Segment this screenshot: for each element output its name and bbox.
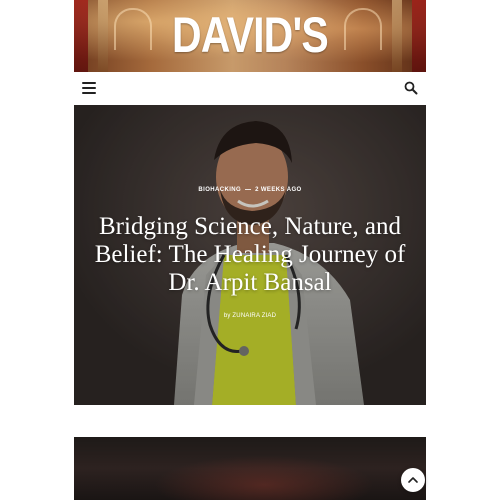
site-header-banner[interactable]: DAVID'S GUIDE (74, 0, 426, 72)
banner-decor (74, 0, 88, 72)
meta-separator (245, 188, 252, 190)
article-meta: BIOHACKING 2 WEEKS AGO (74, 187, 426, 193)
article-card-image (154, 455, 374, 500)
article-title[interactable]: Bridging Science, Nature, and Belief: Th… (82, 213, 418, 297)
article-author[interactable]: by ZUNAIRA ZIAD (74, 313, 426, 319)
featured-article-card[interactable]: BIOHACKING 2 WEEKS AGO Bridging Science, … (74, 105, 426, 405)
article-category[interactable]: BIOHACKING (198, 187, 241, 193)
navigation-bar (74, 72, 426, 106)
hamburger-menu-icon[interactable] (82, 82, 96, 94)
article-card[interactable] (74, 437, 426, 500)
page: DAVID'S GUIDE (74, 0, 426, 500)
scroll-to-top-button[interactable] (401, 468, 425, 492)
banner-decor (412, 0, 426, 72)
article-time: 2 WEEKS AGO (255, 187, 302, 193)
site-logo[interactable]: DAVID'S GUIDE (106, 6, 395, 72)
chevron-up-icon (408, 477, 418, 483)
search-icon[interactable] (404, 81, 418, 95)
